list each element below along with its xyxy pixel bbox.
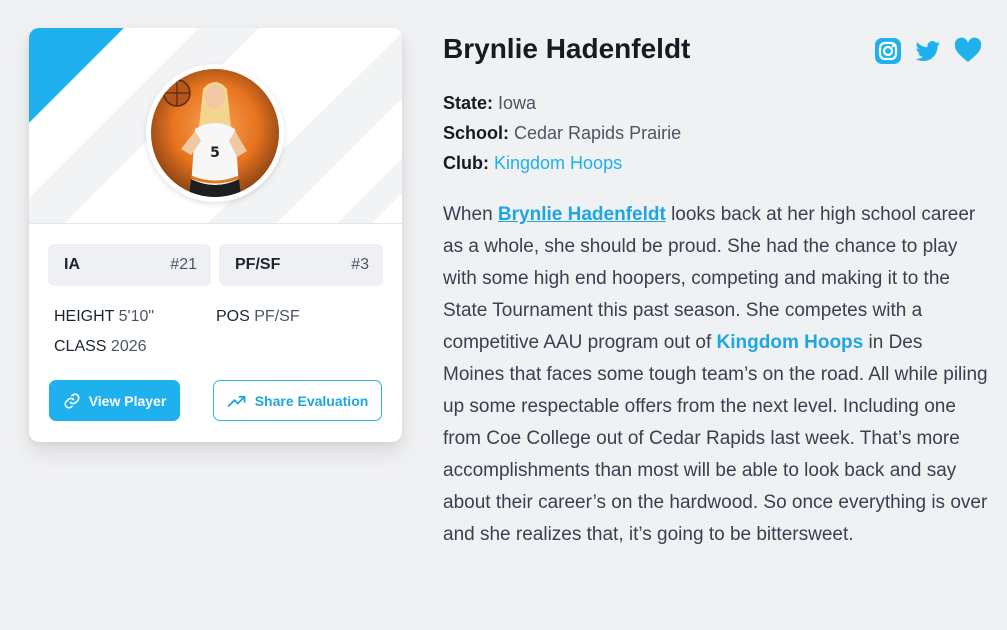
club-link[interactable]: Kingdom Hoops	[494, 153, 622, 173]
position-chip-label: PF/SF	[235, 256, 281, 273]
class-label: CLASS	[54, 338, 107, 355]
player-card: 5 IA #21 PF/SF #3 HEIGHT 5'10" POS PF/SF…	[29, 28, 402, 442]
player-meta: State: Iowa School: Cedar Rapids Prairie…	[443, 88, 681, 178]
pos-value: PF/SF	[254, 308, 300, 325]
class-stat: CLASS 2026	[54, 338, 147, 356]
state-chip-label: IA	[64, 256, 80, 273]
player-name: Brynlie Hadenfeldt	[443, 33, 691, 64]
bio-text-2: looks back at her high school career as …	[443, 204, 976, 353]
heart-icon[interactable]	[954, 37, 982, 65]
trending-up-icon	[227, 395, 246, 407]
player-bio: When Brynlie Hadenfeldt looks back at he…	[443, 199, 988, 551]
state-row: State: Iowa	[443, 88, 681, 118]
link-icon	[64, 392, 80, 409]
player-avatar: 5	[146, 64, 284, 202]
share-evaluation-label: Share Evaluation	[254, 392, 369, 409]
school-row: School: Cedar Rapids Prairie	[443, 118, 681, 148]
card-banner: 5	[29, 28, 402, 224]
height-stat: HEIGHT 5'10"	[54, 308, 154, 326]
position-chip-rank: #3	[351, 256, 369, 273]
share-evaluation-button[interactable]: Share Evaluation	[213, 380, 382, 421]
club-row: Club: Kingdom Hoops	[443, 148, 681, 178]
bio-text-3: in Des Moines that faces some tough team…	[443, 332, 988, 545]
state-chip: IA #21	[48, 244, 211, 286]
height-label: HEIGHT	[54, 308, 115, 325]
club-bio-link[interactable]: Kingdom Hoops	[717, 332, 864, 353]
view-player-label: View Player	[88, 392, 167, 409]
bio-text-1: When	[443, 204, 498, 225]
state-label: State:	[443, 93, 494, 113]
height-value: 5'10"	[118, 308, 155, 325]
class-value: 2026	[110, 338, 147, 355]
svg-text:5: 5	[210, 145, 220, 161]
school-label: School:	[443, 123, 509, 143]
view-player-button[interactable]: View Player	[49, 380, 180, 421]
twitter-icon[interactable]	[914, 37, 942, 65]
instagram-icon[interactable]	[874, 37, 902, 65]
pos-label: POS	[216, 308, 250, 325]
club-label: Club:	[443, 153, 489, 173]
pos-stat: POS PF/SF	[216, 308, 300, 326]
state-chip-rank: #21	[170, 256, 197, 273]
player-name-link[interactable]: Brynlie Hadenfeldt	[498, 204, 666, 225]
position-chip: PF/SF #3	[219, 244, 383, 286]
school-value: Cedar Rapids Prairie	[514, 123, 682, 143]
state-value: Iowa	[498, 93, 537, 113]
